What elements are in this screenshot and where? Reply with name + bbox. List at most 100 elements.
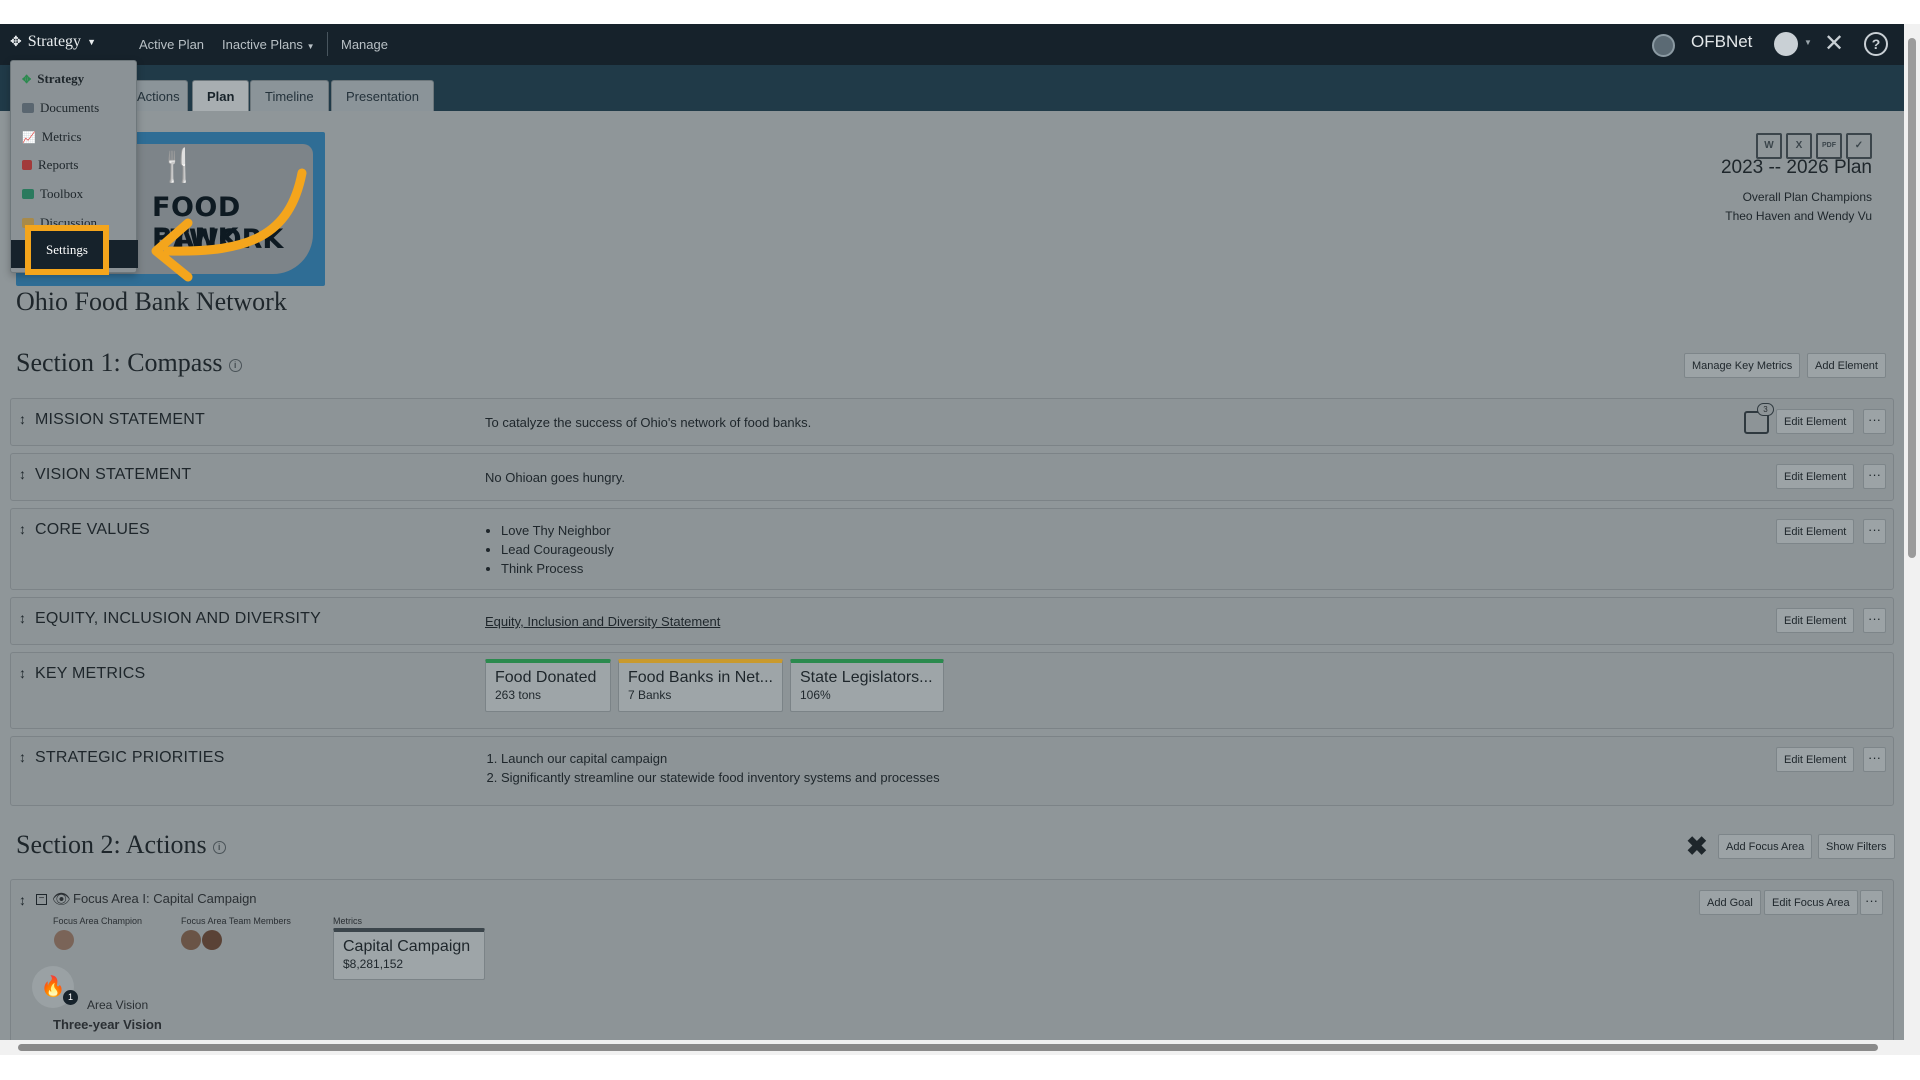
nav-inactive-plans-label: Inactive Plans bbox=[222, 37, 303, 52]
callout-arrow bbox=[151, 168, 307, 282]
menu-item-label: Reports bbox=[38, 157, 79, 172]
drag-handle-icon[interactable]: ↕ bbox=[19, 749, 26, 765]
champions-names: Theo Haven and Wendy Vu bbox=[1725, 209, 1872, 223]
tools-icon[interactable]: ✕ bbox=[1824, 29, 1844, 58]
priorities-list: Launch our capital campaign Significantl… bbox=[485, 749, 940, 787]
avatar[interactable] bbox=[202, 930, 222, 950]
metric-title: State Legislators... bbox=[800, 669, 933, 686]
vision-value: No Ohioan goes hungry. bbox=[485, 470, 625, 485]
manage-key-metrics-button[interactable]: Manage Key Metrics bbox=[1684, 353, 1801, 378]
metric-value: $8,281,152 bbox=[343, 957, 404, 971]
more-options-button[interactable]: ··· bbox=[1863, 409, 1886, 434]
info-icon[interactable]: i bbox=[228, 358, 242, 372]
metric-card[interactable]: Capital Campaign $8,281,152 bbox=[333, 928, 485, 980]
chevron-down-icon: ▼ bbox=[1804, 38, 1812, 47]
drag-handle-icon[interactable]: ↕ bbox=[19, 610, 26, 626]
more-options-button[interactable]: ··· bbox=[1863, 519, 1886, 544]
drag-handle-icon[interactable]: ↕ bbox=[19, 892, 26, 908]
metrics-label: Metrics bbox=[333, 916, 362, 926]
show-filters-button[interactable]: Show Filters bbox=[1818, 834, 1895, 859]
row-label: MISSION STATEMENT bbox=[35, 411, 205, 428]
team-label: Focus Area Team Members bbox=[181, 916, 291, 926]
menu-item-documents[interactable]: Documents bbox=[22, 100, 99, 116]
list-item: Think Process bbox=[501, 559, 614, 578]
help-icon[interactable]: ? bbox=[1864, 32, 1888, 56]
drag-handle-icon[interactable]: ↕ bbox=[19, 665, 26, 681]
menu-item-strategy[interactable]: ✥ Strategy bbox=[22, 71, 84, 87]
avatar[interactable] bbox=[54, 930, 74, 950]
metric-value: 106% bbox=[800, 688, 831, 702]
tab-presentation[interactable]: Presentation bbox=[331, 80, 434, 111]
metric-card[interactable]: State Legislators... 106% bbox=[790, 659, 944, 712]
add-element-button[interactable]: Add Element bbox=[1807, 353, 1886, 378]
section1-title: Section 1: Compass i bbox=[16, 348, 242, 378]
nav-active-plan[interactable]: Active Plan bbox=[139, 37, 204, 52]
menu-item-label: Metrics bbox=[41, 129, 82, 144]
compass-row-key-metrics: ↕ KEY METRICS Food Donated 263 tons Food… bbox=[10, 652, 1894, 729]
drag-handle-icon[interactable]: ↕ bbox=[19, 411, 26, 427]
horizontal-scrollbar[interactable] bbox=[0, 1040, 1904, 1055]
edit-element-button[interactable]: Edit Element bbox=[1776, 747, 1855, 772]
mission-value: To catalyze the success of Ohio's networ… bbox=[485, 415, 812, 430]
nav-divider bbox=[327, 32, 328, 56]
menu-item-toolbox[interactable]: Toolbox bbox=[22, 186, 83, 202]
edit-focus-area-button[interactable]: Edit Focus Area bbox=[1764, 890, 1858, 915]
menu-item-label: Toolbox bbox=[40, 186, 84, 201]
collapse-icon[interactable]: − bbox=[36, 894, 47, 905]
org-avatar-icon[interactable] bbox=[1652, 34, 1675, 57]
drag-handle-icon[interactable]: ↕ bbox=[19, 466, 26, 482]
comment-count-badge: 3 bbox=[1757, 403, 1774, 416]
compass-row-priorities: ↕ STRATEGIC PRIORITIES Launch our capita… bbox=[10, 736, 1894, 806]
scrollbar-thumb[interactable] bbox=[18, 1044, 1878, 1051]
menu-item-reports[interactable]: Reports bbox=[22, 157, 78, 173]
area-vision-label: Area Vision bbox=[87, 998, 149, 1012]
tab-plan[interactable]: Plan bbox=[192, 80, 250, 111]
org-name[interactable]: OFBNet bbox=[1691, 32, 1752, 52]
focus-area-card: ↕ − 👁 Focus Area I: Capital Campaign Foc… bbox=[10, 879, 1894, 1049]
brand-label: Strategy bbox=[27, 33, 82, 50]
menu-item-settings[interactable]: Settings bbox=[25, 225, 109, 275]
metric-value: 263 tons bbox=[495, 688, 542, 702]
nav-inactive-plans[interactable]: Inactive Plans ▼ bbox=[222, 37, 314, 52]
documents-icon bbox=[22, 103, 34, 113]
more-options-button[interactable]: ··· bbox=[1863, 747, 1886, 772]
row-label: STRATEGIC PRIORITIES bbox=[35, 749, 225, 766]
eye-icon[interactable]: 👁 bbox=[52, 890, 71, 908]
menu-item-metrics[interactable]: 📈 Metrics bbox=[22, 129, 81, 145]
more-options-button[interactable]: ··· bbox=[1863, 608, 1886, 633]
section2-title-text: Section 2: Actions bbox=[16, 830, 207, 859]
info-icon[interactable]: i bbox=[212, 840, 226, 854]
compass-row-vision: ↕ VISION STATEMENT No Ohioan goes hungry… bbox=[10, 453, 1894, 501]
chevron-down-icon: ▼ bbox=[87, 37, 96, 47]
edit-element-button[interactable]: Edit Element bbox=[1776, 464, 1855, 489]
list-item: Love Thy Neighbor bbox=[501, 521, 614, 540]
vertical-scrollbar[interactable] bbox=[1904, 24, 1920, 1055]
core-values-list: Love Thy Neighbor Lead Courageously Thin… bbox=[485, 521, 614, 578]
nav-manage[interactable]: Manage bbox=[341, 37, 388, 52]
user-avatar-icon[interactable] bbox=[1774, 32, 1798, 56]
compass-row-mission: ↕ MISSION STATEMENT To catalyze the succ… bbox=[10, 398, 1894, 446]
menu-item-label: Strategy bbox=[37, 71, 85, 86]
more-options-button[interactable]: ··· bbox=[1860, 890, 1883, 915]
avatar[interactable] bbox=[181, 930, 201, 950]
add-focus-area-button[interactable]: Add Focus Area bbox=[1718, 834, 1813, 859]
tab-timeline[interactable]: Timeline bbox=[250, 80, 329, 111]
list-item: Significantly streamline our statewide f… bbox=[501, 768, 940, 787]
edit-element-button[interactable]: Edit Element bbox=[1776, 608, 1855, 633]
metric-card[interactable]: Food Donated 263 tons bbox=[485, 659, 611, 712]
collapse-all-icon[interactable]: ✖ bbox=[1686, 831, 1708, 862]
metric-card[interactable]: Food Banks in Net... 7 Banks bbox=[618, 659, 783, 712]
more-options-button[interactable]: ··· bbox=[1863, 464, 1886, 489]
reports-icon bbox=[22, 160, 32, 170]
list-item: Launch our capital campaign bbox=[501, 749, 940, 768]
strategy-menu-toggle[interactable]: ✥ Strategy ▼ bbox=[10, 33, 96, 51]
plan-tab-bar: Actions Plan Timeline Presentation bbox=[0, 65, 1904, 111]
scrollbar-thumb[interactable] bbox=[1908, 38, 1916, 558]
equity-statement-link[interactable]: Equity, Inclusion and Diversity Statemen… bbox=[485, 614, 720, 629]
edit-element-button[interactable]: Edit Element bbox=[1776, 409, 1855, 434]
add-goal-button[interactable]: Add Goal bbox=[1699, 890, 1761, 915]
edit-element-button[interactable]: Edit Element bbox=[1776, 519, 1855, 544]
champions-label: Overall Plan Champions bbox=[1742, 190, 1872, 204]
metric-title: Food Donated bbox=[495, 669, 597, 686]
drag-handle-icon[interactable]: ↕ bbox=[19, 521, 26, 537]
